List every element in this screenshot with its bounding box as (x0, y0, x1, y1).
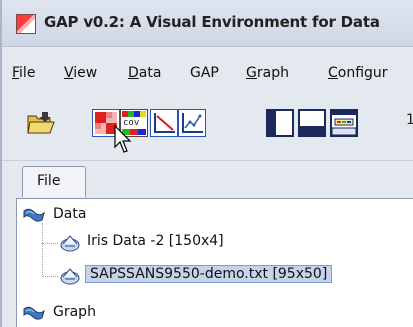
window-title: GAP v0.2: A Visual Environment for Data (44, 13, 380, 31)
graph-root-icon (23, 306, 45, 320)
menu-gap-label: GAP (190, 65, 219, 81)
layout-bottom-pane-icon (300, 126, 324, 135)
menu-graph-mnemonic: G (246, 65, 257, 81)
tab-file[interactable]: File (22, 166, 86, 197)
menu-view-mnemonic: V (64, 65, 74, 81)
menu-bar: File View Data GAP Graph Configur (2, 58, 413, 88)
app-logo-icon (16, 14, 36, 34)
menu-data[interactable]: Data (128, 65, 161, 81)
tree-connector-vertical (42, 223, 43, 277)
layout-bottom-pane-button[interactable] (298, 109, 326, 137)
menu-file-mnemonic: F (12, 65, 20, 81)
menu-configure[interactable]: Configur (328, 65, 388, 81)
tab-strip: File (2, 160, 413, 201)
tree-node-graph[interactable]: Graph (53, 304, 96, 320)
menu-file-label: ile (19, 65, 36, 81)
menu-graph-label: raph (256, 65, 289, 81)
layout-grid-button[interactable] (330, 109, 358, 137)
toolbar-trailing-text: 1 (406, 112, 413, 128)
dataset-icon (60, 235, 80, 252)
layout-left-pane-button[interactable] (266, 109, 294, 137)
data-root-icon (23, 208, 45, 222)
tree-node-iris-data[interactable]: Iris Data -2 [150x4] (87, 233, 224, 249)
title-bar[interactable]: GAP v0.2: A Visual Environment for Data (2, 0, 413, 47)
line-plot-button[interactable] (150, 109, 178, 137)
application-window: GAP v0.2: A Visual Environment for Data … (0, 0, 413, 327)
tree-node-data[interactable]: Data (53, 206, 86, 222)
open-folder-button[interactable] (26, 110, 56, 136)
tree-connector-horizontal (42, 243, 58, 244)
mouse-pointer-icon (114, 125, 132, 153)
menu-data-label: ata (138, 65, 162, 81)
menu-view-label: iew (73, 65, 98, 81)
menu-file[interactable]: File (12, 65, 35, 81)
cov-color-strip-top (122, 111, 146, 117)
menu-configure-label: onfigur (337, 65, 388, 81)
layout-left-pane-icon (268, 111, 276, 135)
tab-file-label: File (37, 173, 61, 189)
layout-grid-icon (331, 111, 357, 136)
data-tree-panel: Data Iris Data -2 [150x4] SAPSSANS9550-d… (16, 198, 413, 327)
tree-node-sapssans-demo[interactable]: SAPSSANS9550-demo.txt [95x50] (85, 265, 333, 283)
scatter-plot-icon (182, 113, 203, 133)
line-plot-icon (154, 113, 175, 133)
menu-data-mnemonic: D (128, 65, 139, 81)
toolbar: cov 1 (2, 96, 413, 154)
menu-graph[interactable]: Graph (246, 65, 289, 81)
tree-connector-horizontal (42, 276, 58, 277)
menu-view[interactable]: View (64, 65, 97, 81)
scatter-plot-button[interactable] (178, 109, 206, 137)
menu-configure-mnemonic: C (328, 65, 338, 81)
dataset-icon (60, 268, 80, 285)
open-folder-icon (27, 112, 55, 134)
menu-gap[interactable]: GAP (190, 65, 219, 81)
